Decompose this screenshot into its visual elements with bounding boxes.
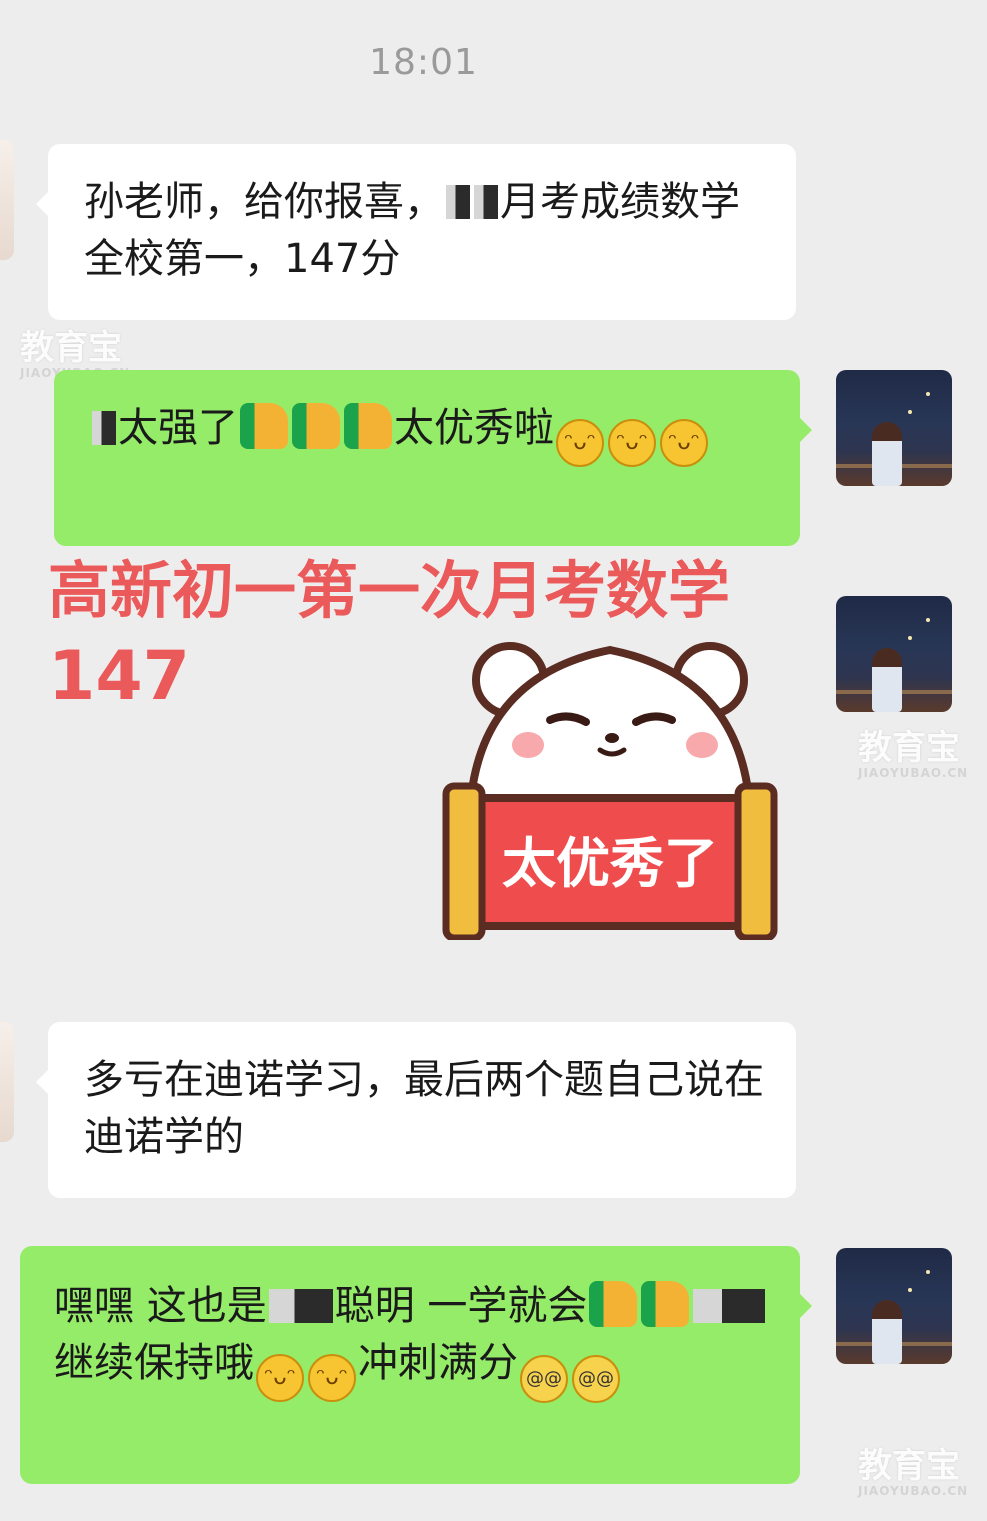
redacted-name [474, 185, 498, 219]
message-text: 继续保持哦 [54, 1340, 254, 1386]
grin-emoji-icon: ᵔᴗᵔ [660, 419, 708, 467]
grin-emoji-icon: ᵔᴗᵔ [308, 1354, 356, 1402]
thumbs-up-icon [641, 1281, 690, 1327]
bear-sticker[interactable]: 太优秀了 [440, 620, 780, 940]
self-avatar[interactable] [836, 370, 952, 486]
contact-avatar[interactable] [0, 140, 14, 260]
watermark: 教育宝 JIAOYUBAO.CN [858, 728, 969, 780]
redacted-name [92, 411, 116, 445]
contact-avatar[interactable] [0, 1022, 14, 1142]
message-text: 聪明 一学就会 [334, 1283, 588, 1329]
message-text: 嘿嘿 这也是 [54, 1283, 267, 1329]
message-text: 冲刺满 [358, 1340, 478, 1386]
message-text: 分 [478, 1340, 518, 1386]
thumbs-up-icon [344, 403, 392, 449]
self-avatar[interactable] [836, 1248, 952, 1364]
message-text: 太强了 [118, 405, 238, 451]
message-text: 多亏在迪诺学习，最后两个题自己说在迪诺学的 [84, 1057, 764, 1160]
redacted-name [693, 1289, 766, 1323]
thumbs-up-icon [240, 403, 288, 449]
grin-emoji-icon: ᵔᴗᵔ [256, 1354, 304, 1402]
grin-emoji-icon: ᵔᴗᵔ [608, 419, 656, 467]
message-text: 孙老师，给你报喜， [84, 179, 444, 225]
self-avatar[interactable] [836, 596, 952, 712]
dizzy-emoji-icon: @@ [520, 1355, 568, 1403]
message-text: 太优秀啦 [394, 405, 554, 451]
sticker-label: 太优秀了 [502, 832, 718, 895]
thumbs-up-icon [292, 403, 340, 449]
dizzy-emoji-icon: @@ [572, 1355, 620, 1403]
message-bubble-outgoing[interactable]: 嘿嘿 这也是 聪明 一学就会继续保持哦 ᵔᴗᵔ ᵔᴗᵔ 冲刺满分 @@ @@ [20, 1246, 812, 1484]
watermark: 教育宝 JIAOYUBAO.CN [858, 1446, 969, 1498]
redacted-name [268, 1289, 333, 1323]
redacted-name [446, 185, 470, 219]
message-bubble-incoming[interactable]: 多亏在迪诺学习，最后两个题自己说在迪诺学的 [36, 1022, 796, 1198]
message-timestamp: 18:01 [369, 42, 478, 83]
message-bubble-incoming[interactable]: 孙老师，给你报喜， 月考成绩数学全校第一，147分 [36, 144, 796, 320]
grin-emoji-icon: ᵔᴗᵔ [556, 419, 604, 467]
message-bubble-outgoing[interactable]: 太强了 太优秀啦 ᵔᴗᵔ ᵔᴗᵔ ᵔᴗᵔ [54, 370, 812, 546]
thumbs-up-icon [589, 1281, 638, 1327]
